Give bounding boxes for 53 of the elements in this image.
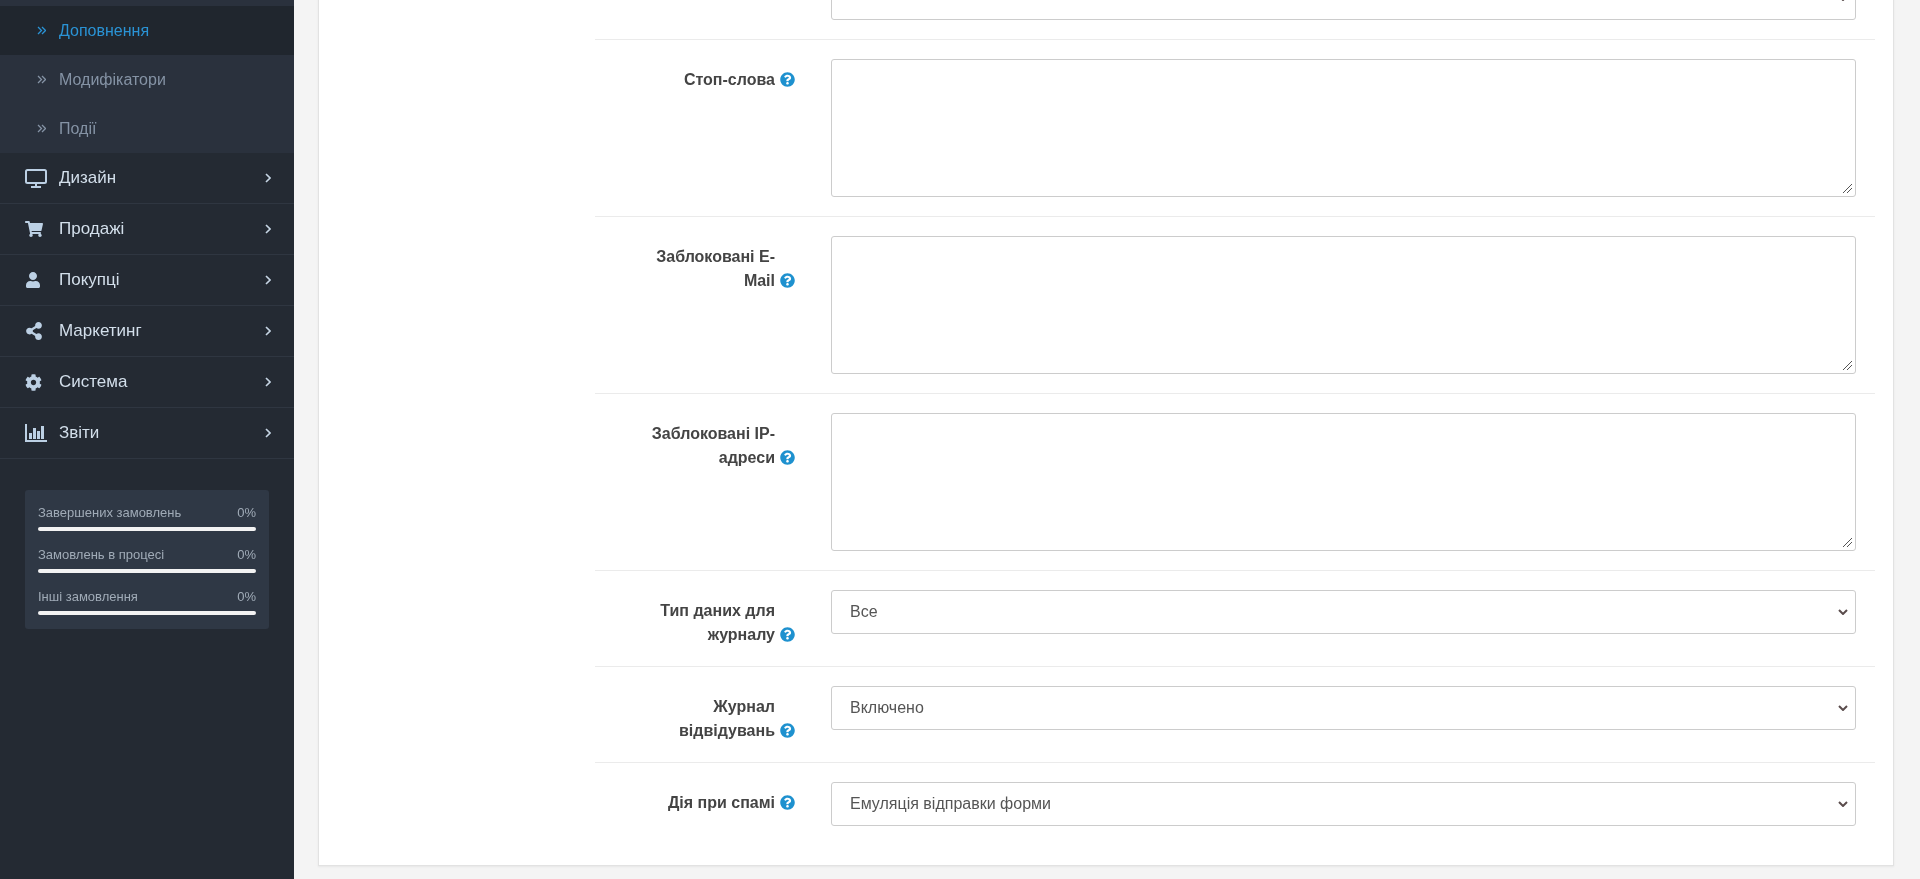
chevron-right-icon [265,377,271,387]
bar-chart-icon [25,424,47,442]
help-icon[interactable] [780,723,795,738]
chevron-right-icon [265,224,271,234]
share-icon [25,322,43,340]
submenu-item[interactable]: Доповнення [0,6,294,55]
gear-icon [25,373,42,391]
select-field[interactable]: Все [831,590,1856,634]
shopping-cart-icon [25,220,43,238]
submenu-item[interactable]: Події [0,104,294,153]
chevron-down-icon [1838,609,1848,615]
monitor-icon [25,168,47,188]
chevron-right-icon [265,275,271,285]
textarea-field[interactable] [831,413,1856,551]
field-label: Тип даних для журналу [659,601,775,645]
double-chevron-icon [37,75,46,84]
textarea-field[interactable] [831,236,1856,374]
double-chevron-icon [37,124,46,133]
chevron-right-icon [265,326,271,336]
chevron-right-icon [265,173,271,183]
field-label: Дія при спамі [667,793,775,813]
field-label: Заблоковані E-Mail [655,247,775,291]
stat-label: Завершених замовлень [38,504,182,522]
resize-handle-icon[interactable] [1843,184,1852,193]
chevron-down-icon [1838,801,1848,807]
menu-item[interactable]: Продажі [0,204,294,255]
help-icon[interactable] [780,450,795,465]
stat-label: Інші замовлення [38,588,138,606]
menu-item[interactable]: Система [0,357,294,408]
double-chevron-icon [37,26,46,35]
menu-item[interactable]: Дизайн [0,153,294,204]
select-field[interactable]: Включено [831,686,1856,730]
help-icon[interactable] [780,627,795,642]
chevron-right-icon [265,428,271,438]
help-icon[interactable] [780,72,795,87]
stat-label: Замовлень в процесі [38,546,165,564]
menu-item[interactable]: Покупці [0,255,294,306]
stat-value: 0% [237,504,256,522]
resize-handle-icon[interactable] [1843,361,1852,370]
field-label: Заблоковані IP-адреси [650,424,775,468]
stat-value: 0% [237,588,256,606]
stat-value: 0% [237,546,256,564]
textarea-field[interactable] [831,59,1856,197]
menu-item[interactable]: Звіти [0,408,294,459]
select-field[interactable]: Емуляція відправки форми [831,782,1856,826]
resize-handle-icon[interactable] [1843,538,1852,547]
submenu-item[interactable]: Модифікатори [0,55,294,104]
field-label: Журнал відвідувань [678,697,775,741]
field-label: Стоп-слова [683,70,775,90]
help-icon[interactable] [780,273,795,288]
user-icon [25,272,41,288]
chevron-down-icon [1838,705,1848,711]
help-icon[interactable] [780,795,795,810]
